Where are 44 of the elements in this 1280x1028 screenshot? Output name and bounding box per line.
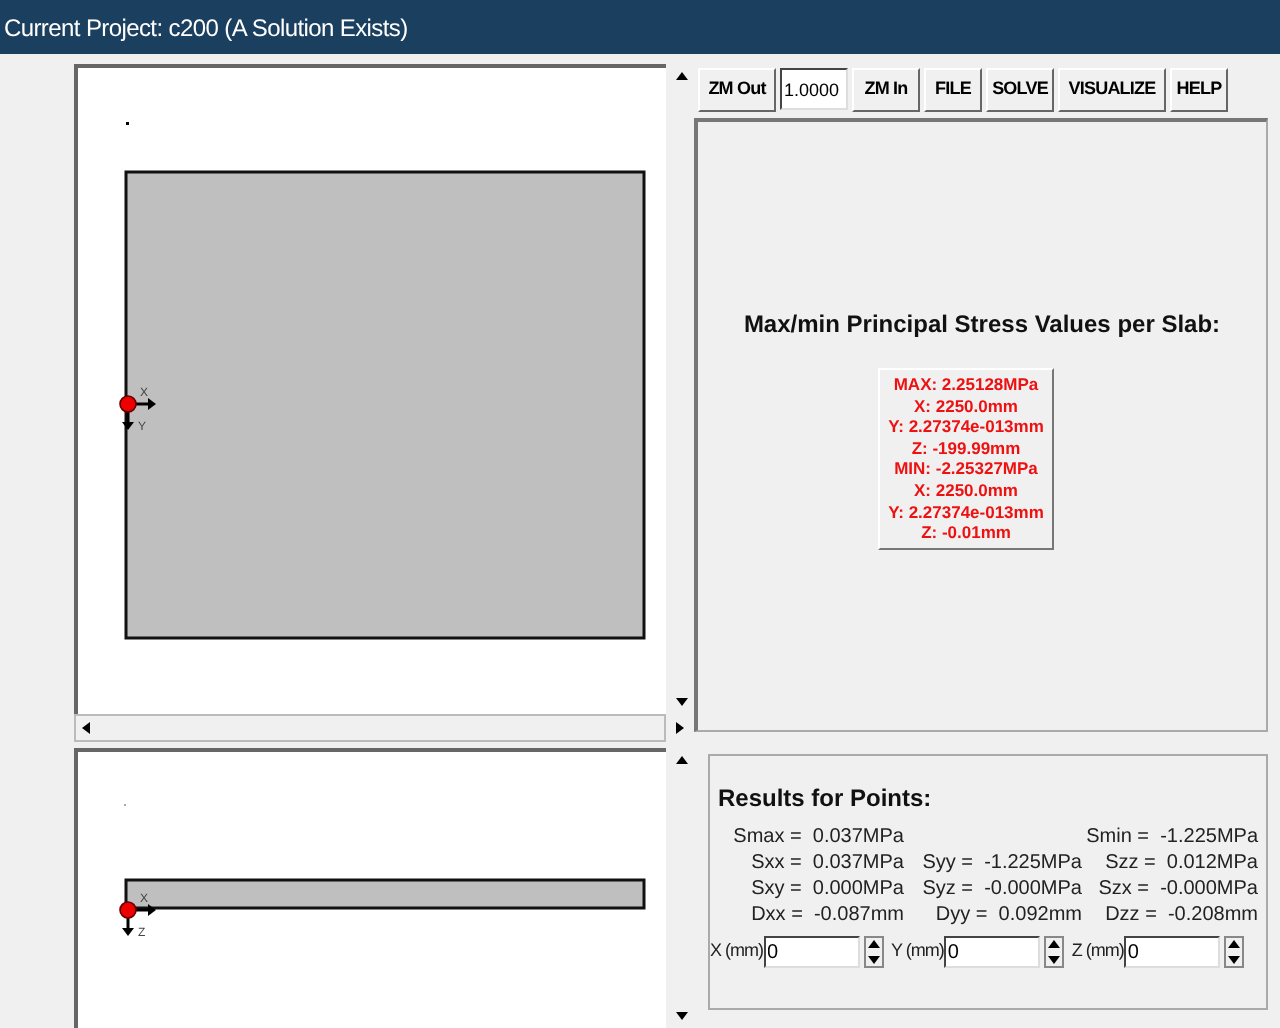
stress-value: MAX: 2.25128MPa [893, 374, 1039, 396]
result-value: Dxx = -0.087mm [751, 902, 904, 928]
result-value: Sxx = 0.037MPa [751, 850, 904, 876]
stress-value: Y: 2.27374e-013mm [888, 416, 1044, 438]
toolbar-button[interactable]: VISUALIZE [1058, 67, 1166, 111]
origin-marker [119, 901, 137, 919]
coordinate-field[interactable]: 0 [1123, 936, 1220, 968]
coordinate-field[interactable]: 0 [763, 936, 859, 968]
origin-marker [119, 395, 137, 413]
axis-arrows-icon [122, 904, 156, 936]
toolbar-button[interactable]: FILE [924, 67, 982, 111]
result-value: Dzz = -0.208mm [1105, 902, 1258, 928]
point-marker [126, 122, 129, 125]
result-value: Szx = -0.000MPa [1098, 876, 1258, 902]
result-value: Szz = 0.012MPa [1105, 850, 1258, 876]
result-value: Sxy = 0.000MPa [751, 876, 904, 902]
field-label: Y (mm) [891, 938, 944, 965]
toolbar-button[interactable]: HELP [1170, 67, 1228, 111]
stress-value: X: 2250.0mm [914, 395, 1018, 417]
stress-value: Z: -0.01mm [921, 522, 1011, 544]
result-value: Syy = -1.225MPa [922, 850, 1082, 876]
stress-value: X: 2250.0mm [914, 479, 1018, 502]
field-label: X (mm) [710, 938, 763, 965]
result-value: Smin = -1.225MPa [1086, 824, 1258, 850]
spinner-icon[interactable] [1223, 936, 1244, 968]
zoom-field[interactable]: 1.0000 [780, 68, 848, 110]
result-value: Dyy = 0.092mm [935, 902, 1082, 928]
toolbar-button[interactable]: SOLVE [986, 67, 1054, 111]
result-value: Syz = -0.000MPa [922, 876, 1082, 902]
toolbar-button[interactable]: ZM In [852, 67, 920, 111]
window-title: Current Project: c200 (A Solution Exists) [4, 11, 408, 45]
coordinate-field[interactable]: 0 [943, 936, 1040, 968]
axis-arrows-icon [122, 398, 156, 430]
toolbar-button[interactable]: ZM Out [698, 67, 776, 111]
stress-value: Z: -199.99mm [911, 437, 1021, 459]
panel-heading: Max/min Principal Stress Values per Slab: [743, 308, 1221, 342]
stress-value: MIN: -2.25327MPa [894, 458, 1038, 480]
spinner-icon[interactable] [1043, 936, 1064, 968]
result-value: Smax = 0.037MPa [733, 824, 904, 850]
field-label: Z (mm) [1071, 938, 1124, 965]
stress-value: Y: 2.27374e-013mm [888, 501, 1044, 523]
horizontal-scrollbar[interactable] [74, 714, 666, 742]
spinner-icon[interactable] [863, 936, 883, 968]
results-heading: Results for Points: [718, 782, 934, 816]
